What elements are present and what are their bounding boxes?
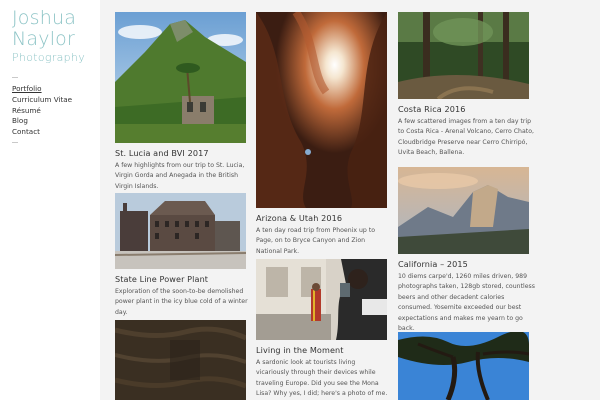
card-description: A few scattered images from a ten day tr…: [398, 118, 534, 157]
card-description: A ten day road trip from Phoenix up to P…: [256, 227, 376, 255]
card-description: A sardonic look at tourists living vicar…: [256, 359, 388, 398]
card-title[interactable]: Living in the Moment: [256, 345, 344, 356]
nav-divider-top: [12, 77, 18, 78]
card-title[interactable]: St. Lucia and BVI 2017: [115, 148, 209, 159]
card-title[interactable]: Costa Rica 2016: [398, 104, 465, 115]
california-photo[interactable]: [398, 167, 529, 254]
logo-first-name[interactable]: Joshua: [12, 8, 100, 29]
card-description: Exploration of the soon-to-be demolished…: [115, 288, 248, 316]
logo-subtitle[interactable]: Photography: [12, 51, 100, 65]
st-lucia-photo[interactable]: [115, 12, 246, 143]
nav-item-blog[interactable]: Blog: [12, 116, 72, 127]
power-plant-photo[interactable]: [115, 193, 246, 269]
card-title[interactable]: Arizona & Utah 2016: [256, 213, 342, 224]
card-description: 10 diems carpe'd, 1260 miles driven, 989…: [398, 273, 535, 333]
card-title[interactable]: California – 2015: [398, 259, 468, 270]
dark-wood-photo[interactable]: [115, 320, 246, 400]
living-moment-photo[interactable]: [256, 259, 387, 340]
logo-last-name[interactable]: Naylor: [12, 29, 100, 50]
arizona-utah-photo[interactable]: [256, 12, 387, 208]
costa-rica-photo[interactable]: [398, 12, 529, 99]
sidebar: Joshua Naylor Photography Portfolio Curr…: [0, 0, 100, 400]
tree-photo[interactable]: [398, 332, 529, 400]
nav-item-portfolio[interactable]: Portfolio: [12, 84, 72, 95]
nav-item-curriculum-vitae[interactable]: Curriculum Vitae: [12, 95, 72, 106]
card-description: A few highlights from our trip to St. Lu…: [115, 162, 245, 190]
nav-item-contact[interactable]: Contact: [12, 127, 72, 138]
nav-divider-bottom: [12, 142, 18, 143]
nav-item-resume[interactable]: Résumé: [12, 106, 72, 117]
main-nav: Portfolio Curriculum Vitae Résumé Blog C…: [12, 84, 72, 138]
site-logo[interactable]: Joshua Naylor Photography: [12, 8, 100, 65]
card-title[interactable]: State Line Power Plant: [115, 274, 208, 285]
